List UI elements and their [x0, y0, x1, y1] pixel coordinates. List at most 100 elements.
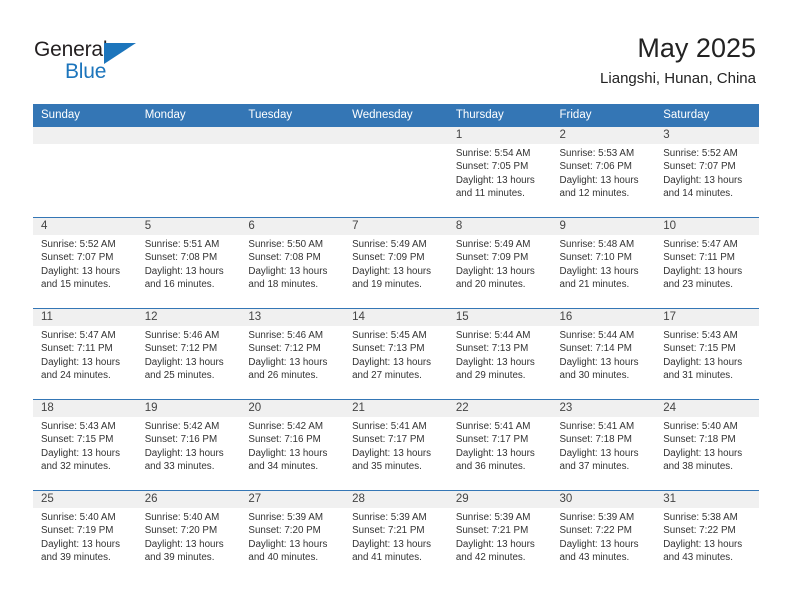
calendar-day-cell[interactable]: 23 Sunrise: 5:41 AM Sunset: 7:18 PM Dayligh…	[551, 399, 656, 491]
day-detail-line: Sunset: 7:13 PM	[455, 343, 529, 355]
day-detail-line: Daylight: 13 hours	[663, 265, 743, 277]
calendar-day-cell[interactable]: 13 Sunrise: 5:46 AM Sunset: 7:12 PM Dayligh…	[240, 308, 345, 400]
calendar-day-cell[interactable]: 25 Sunrise: 5:40 AM Sunset: 7:19 PM Dayligh…	[33, 490, 137, 581]
day-box: 15 Sunrise: 5:44 AM Sunset: 7:13 PM Dayligh…	[447, 309, 552, 399]
day-detail-line: Sunset: 7:07 PM	[663, 161, 736, 173]
day-number: 12	[136, 309, 241, 326]
day-detail-line: and 20 minutes.	[455, 279, 526, 291]
calendar-day-cell[interactable]: 1 Sunrise: 5:54 AM Sunset: 7:05 PM Daylight…	[447, 126, 552, 218]
day-detail-line: and 33 minutes.	[144, 461, 215, 473]
day-number: 31	[655, 491, 759, 508]
calendar-day-cell[interactable]: 11 Sunrise: 5:47 AM Sunset: 7:11 PM Dayligh…	[33, 308, 137, 400]
day-detail-line: and 38 minutes.	[663, 461, 733, 473]
day-detail-line: Sunset: 7:15 PM	[41, 434, 114, 446]
calendar-day-cell[interactable]: 29 Sunrise: 5:39 AM Sunset: 7:21 PM Dayligh…	[447, 490, 552, 581]
calendar-day-cell[interactable]: 21 Sunrise: 5:41 AM Sunset: 7:17 PM Dayligh…	[344, 399, 448, 491]
calendar-day-cell[interactable]: 17 Sunrise: 5:43 AM Sunset: 7:15 PM Dayligh…	[655, 308, 759, 400]
calendar-day-cell[interactable]: 6 Sunrise: 5:50 AM Sunset: 7:08 PM Daylight…	[240, 217, 345, 309]
calendar-day-cell[interactable]: 5 Sunrise: 5:51 AM Sunset: 7:08 PM Daylight…	[136, 217, 241, 309]
day-details: Sunrise: 5:49 AM Sunset: 7:09 PM Daylight:…	[344, 235, 448, 292]
day-detail-line: Sunrise: 5:54 AM	[455, 148, 531, 159]
calendar-day-cell[interactable]: 10 Sunrise: 5:47 AM Sunset: 7:11 PM Dayligh…	[655, 217, 759, 309]
weekday-header-monday: Monday	[136, 104, 241, 127]
calendar-week-row: 11 Sunrise: 5:47 AM Sunset: 7:11 PM Dayligh…	[33, 308, 759, 400]
logo-text-blue: Blue	[65, 60, 107, 83]
calendar-day-cell[interactable]: 30 Sunrise: 5:39 AM Sunset: 7:22 PM Dayligh…	[551, 490, 656, 581]
general-blue-logo[interactable]: General Blue	[34, 38, 154, 86]
day-detail-line: Sunrise: 5:52 AM	[663, 148, 738, 159]
day-detail-line: Sunset: 7:22 PM	[663, 525, 736, 537]
calendar-day-cell[interactable]: 12 Sunrise: 5:46 AM Sunset: 7:12 PM Dayligh…	[136, 308, 241, 400]
day-details: Sunrise: 5:49 AM Sunset: 7:09 PM Daylight:…	[448, 235, 552, 292]
day-details: Sunrise: 5:53 AM Sunset: 7:06 PM Daylight:…	[552, 144, 656, 201]
calendar-day-cell[interactable]: 24 Sunrise: 5:40 AM Sunset: 7:18 PM Dayligh…	[655, 399, 759, 491]
day-detail-line: and 15 minutes.	[41, 279, 111, 291]
weekday-header-sunday: Sunday	[33, 104, 137, 127]
calendar-day-cell[interactable]: 18 Sunrise: 5:43 AM Sunset: 7:15 PM Dayligh…	[33, 399, 137, 491]
day-details: Sunrise: 5:40 AM Sunset: 7:20 PM Daylight:…	[137, 508, 241, 565]
day-detail-line: Daylight: 13 hours	[352, 356, 432, 368]
day-detail-line: and 40 minutes.	[248, 552, 319, 564]
day-box: 1 Sunrise: 5:54 AM Sunset: 7:05 PM Daylight…	[447, 127, 552, 217]
day-detail-line: Sunrise: 5:46 AM	[248, 330, 324, 341]
calendar-day-cell[interactable]: 14 Sunrise: 5:45 AM Sunset: 7:13 PM Dayligh…	[344, 308, 448, 400]
calendar-day-cell[interactable]: 26 Sunrise: 5:40 AM Sunset: 7:20 PM Dayligh…	[136, 490, 241, 581]
day-detail-line: Sunrise: 5:39 AM	[248, 512, 324, 523]
day-box: 30 Sunrise: 5:39 AM Sunset: 7:22 PM Dayligh…	[551, 491, 656, 581]
day-box	[136, 127, 241, 217]
day-box: 23 Sunrise: 5:41 AM Sunset: 7:18 PM Dayligh…	[551, 400, 656, 490]
day-details: Sunrise: 5:44 AM Sunset: 7:13 PM Daylight:…	[448, 326, 552, 383]
calendar-day-cell[interactable]: 19 Sunrise: 5:42 AM Sunset: 7:16 PM Dayligh…	[136, 399, 241, 491]
day-number: 14	[344, 309, 448, 326]
day-details: Sunrise: 5:41 AM Sunset: 7:17 PM Daylight:…	[448, 417, 552, 474]
day-box: 14 Sunrise: 5:45 AM Sunset: 7:13 PM Dayligh…	[344, 309, 448, 399]
day-details: Sunrise: 5:47 AM Sunset: 7:11 PM Daylight:…	[655, 235, 759, 292]
day-detail-line: and 16 minutes.	[144, 279, 215, 291]
day-details: Sunrise: 5:39 AM Sunset: 7:22 PM Daylight:…	[552, 508, 656, 565]
day-detail-line: and 18 minutes.	[248, 279, 319, 291]
day-detail-line: Daylight: 13 hours	[559, 174, 639, 186]
day-number: 15	[447, 309, 552, 326]
day-detail-line: Sunrise: 5:41 AM	[559, 421, 635, 432]
day-detail-line: Sunrise: 5:43 AM	[663, 330, 738, 341]
day-detail-line: Sunset: 7:16 PM	[248, 434, 321, 446]
calendar-day-cell[interactable]: 22 Sunrise: 5:41 AM Sunset: 7:17 PM Dayligh…	[447, 399, 552, 491]
calendar-day-cell[interactable]: 9 Sunrise: 5:48 AM Sunset: 7:10 PM Daylight…	[551, 217, 656, 309]
day-box: 3 Sunrise: 5:52 AM Sunset: 7:07 PM Daylight…	[655, 127, 759, 217]
calendar-day-cell[interactable]: 4 Sunrise: 5:52 AM Sunset: 7:07 PM Daylight…	[33, 217, 137, 309]
day-number: 17	[655, 309, 759, 326]
calendar-grid: Sunday Monday Tuesday Wednesday Thursday Frid…	[33, 104, 759, 581]
calendar-day-cell[interactable]: 3 Sunrise: 5:52 AM Sunset: 7:07 PM Daylight…	[655, 126, 759, 218]
day-detail-line: Daylight: 13 hours	[455, 538, 535, 550]
day-details: Sunrise: 5:46 AM Sunset: 7:12 PM Daylight:…	[137, 326, 241, 383]
calendar-day-cell[interactable]: 28 Sunrise: 5:39 AM Sunset: 7:21 PM Dayligh…	[344, 490, 448, 581]
calendar-day-cell[interactable]: 20 Sunrise: 5:42 AM Sunset: 7:16 PM Dayligh…	[240, 399, 345, 491]
day-number: 8	[447, 218, 552, 235]
page-title: May 2025	[637, 33, 756, 63]
calendar-page: General Blue May 2025 Liangshi, Hunan, C…	[0, 0, 792, 612]
day-detail-line: Sunrise: 5:39 AM	[455, 512, 531, 523]
day-box: 27 Sunrise: 5:39 AM Sunset: 7:20 PM Dayligh…	[240, 491, 345, 581]
day-detail-line: Sunrise: 5:39 AM	[352, 512, 427, 523]
day-box: 22 Sunrise: 5:41 AM Sunset: 7:17 PM Dayligh…	[447, 400, 552, 490]
title-block: May 2025 Liangshi, Hunan, China	[600, 32, 756, 89]
calendar-day-cell[interactable]: 15 Sunrise: 5:44 AM Sunset: 7:13 PM Dayligh…	[447, 308, 552, 400]
day-detail-line: Sunset: 7:08 PM	[144, 252, 218, 264]
day-number	[33, 127, 137, 144]
calendar-day-cell[interactable]: 2 Sunrise: 5:53 AM Sunset: 7:06 PM Daylight…	[551, 126, 656, 218]
day-detail-line: and 29 minutes.	[455, 370, 526, 382]
calendar-day-cell[interactable]: 7 Sunrise: 5:49 AM Sunset: 7:09 PM Daylight…	[344, 217, 448, 309]
day-detail-line: Sunset: 7:06 PM	[559, 161, 632, 173]
weekday-header-row: Sunday Monday Tuesday Wednesday Thursday Frid…	[33, 104, 759, 127]
calendar-day-cell[interactable]: 8 Sunrise: 5:49 AM Sunset: 7:09 PM Daylight…	[447, 217, 552, 309]
day-detail-line: and 34 minutes.	[248, 461, 319, 473]
day-detail-line: Daylight: 13 hours	[248, 447, 328, 459]
day-box: 21 Sunrise: 5:41 AM Sunset: 7:17 PM Dayligh…	[344, 400, 448, 490]
calendar-day-cell[interactable]: 16 Sunrise: 5:44 AM Sunset: 7:14 PM Dayligh…	[551, 308, 656, 400]
day-box: 10 Sunrise: 5:47 AM Sunset: 7:11 PM Dayligh…	[655, 218, 759, 308]
day-detail-line: Daylight: 13 hours	[41, 538, 120, 550]
calendar-day-cell[interactable]: 31 Sunrise: 5:38 AM Sunset: 7:22 PM Dayligh…	[655, 490, 759, 581]
calendar-day-cell[interactable]: 27 Sunrise: 5:39 AM Sunset: 7:20 PM Dayligh…	[240, 490, 345, 581]
day-detail-line: and 43 minutes.	[663, 552, 733, 564]
day-detail-line: Daylight: 13 hours	[663, 174, 743, 186]
